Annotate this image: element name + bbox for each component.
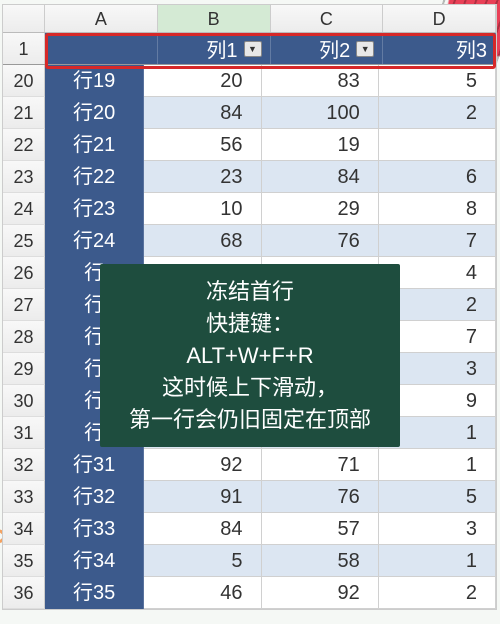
data-cell[interactable]: 76 [262,481,379,513]
data-cell[interactable]: 5 [144,545,261,577]
row-number[interactable]: 28 [3,321,45,353]
data-cell[interactable]: 83 [262,65,379,97]
table-header-cell[interactable]: 列2 ▼ [271,33,384,64]
data-cell[interactable]: 8 [379,193,496,225]
table-row: 21行20841002 [3,97,496,129]
data-cell[interactable]: 1 [379,449,496,481]
row-number[interactable]: 25 [3,225,45,257]
row-number[interactable]: 29 [3,353,45,385]
data-cell[interactable]: 71 [262,449,379,481]
filter-dropdown-icon[interactable]: ▼ [244,41,262,57]
row-number[interactable]: 24 [3,193,45,225]
column-header-row: ABCD [3,5,496,33]
tip-line: 冻结首行 [106,276,394,308]
table-row: 36行3546922 [3,577,496,609]
row-label-cell[interactable]: 行34 [45,545,144,577]
table-header-cell[interactable]: 列1 ▼ [158,33,271,64]
tip-line: ALT+W+F+R [106,340,394,372]
row-number[interactable]: 30 [3,385,45,417]
row-label-cell[interactable]: 行33 [45,513,144,545]
column-header-B[interactable]: B [158,5,271,32]
data-cell[interactable]: 92 [262,577,379,609]
row-number[interactable]: 27 [3,289,45,321]
tip-overlay: 冻结首行 快捷键： ALT+W+F+R 这时候上下滑动， 第一行会仍旧固定在顶部 [100,264,400,447]
table-row: 25行2468767 [3,225,496,257]
table-row: 35行345581 [3,545,496,577]
data-cell[interactable]: 56 [144,129,261,161]
data-cell[interactable]: 68 [144,225,261,257]
data-cell[interactable]: 3 [379,513,496,545]
row-label-cell[interactable]: 行23 [45,193,144,225]
table-row: 34行3384573 [3,513,496,545]
data-cell[interactable]: 29 [262,193,379,225]
table-row: 24行2310298 [3,193,496,225]
row-number[interactable]: 1 [3,33,45,64]
data-cell[interactable]: 6 [379,161,496,193]
table-header-label: 列1 [206,34,237,63]
data-cell[interactable]: 84 [262,161,379,193]
table-header-label: 列3 [456,34,487,63]
data-cell[interactable]: 7 [379,225,496,257]
row-number[interactable]: 35 [3,545,45,577]
data-cell[interactable]: 20 [144,65,261,97]
row-label-cell[interactable]: 行31 [45,449,144,481]
row-number[interactable]: 26 [3,257,45,289]
row-label-cell[interactable]: 行24 [45,225,144,257]
row-number[interactable]: 22 [3,129,45,161]
table-row: 23行2223846 [3,161,496,193]
data-cell[interactable]: 92 [144,449,261,481]
row-number[interactable]: 36 [3,577,45,609]
tip-line: 第一行会仍旧固定在顶部 [106,404,394,436]
row-number[interactable]: 21 [3,97,45,129]
row-number[interactable]: 34 [3,513,45,545]
data-cell[interactable]: 58 [262,545,379,577]
table-header-cell[interactable]: 列3 [383,33,496,64]
data-cell[interactable]: 23 [144,161,261,193]
row-number[interactable]: 33 [3,481,45,513]
data-cell[interactable]: 46 [144,577,261,609]
row-number[interactable]: 32 [3,449,45,481]
table-row: 22行215619 [3,129,496,161]
table-row: 20行1920835 [3,65,496,97]
tip-line: 快捷键： [106,308,394,340]
table-header-label: 列2 [319,34,350,63]
table-header-cell[interactable] [45,33,158,64]
data-cell[interactable]: 91 [144,481,261,513]
data-cell[interactable]: 5 [379,65,496,97]
row-number[interactable]: 20 [3,65,45,97]
select-all-corner[interactable] [3,5,45,32]
data-cell[interactable]: 57 [262,513,379,545]
row-number[interactable]: 31 [3,417,45,449]
row-label-cell[interactable]: 行20 [45,97,144,129]
data-cell[interactable]: 84 [144,97,261,129]
data-cell[interactable]: 2 [379,97,496,129]
column-header-A[interactable]: A [45,5,158,32]
data-cell[interactable]: 2 [379,577,496,609]
row-label-cell[interactable]: 行35 [45,577,144,609]
tip-line: 这时候上下滑动， [106,372,394,404]
table-row: 33行3291765 [3,481,496,513]
column-header-C[interactable]: C [271,5,384,32]
data-cell[interactable] [379,129,496,161]
row-label-cell[interactable]: 行21 [45,129,144,161]
column-header-D[interactable]: D [383,5,496,32]
data-cell[interactable]: 100 [262,97,379,129]
data-cell[interactable]: 10 [144,193,261,225]
frozen-header-row: 1 列1 ▼ 列2 ▼ 列3 [3,33,496,65]
row-number[interactable]: 23 [3,161,45,193]
table-row: 32行3192711 [3,449,496,481]
row-label-cell[interactable]: 行22 [45,161,144,193]
data-cell[interactable]: 5 [379,481,496,513]
data-cell[interactable]: 84 [144,513,261,545]
row-label-cell[interactable]: 行19 [45,65,144,97]
filter-dropdown-icon[interactable]: ▼ [356,41,374,57]
data-cell[interactable]: 1 [379,545,496,577]
data-cell[interactable]: 19 [262,129,379,161]
row-label-cell[interactable]: 行32 [45,481,144,513]
data-cell[interactable]: 76 [262,225,379,257]
